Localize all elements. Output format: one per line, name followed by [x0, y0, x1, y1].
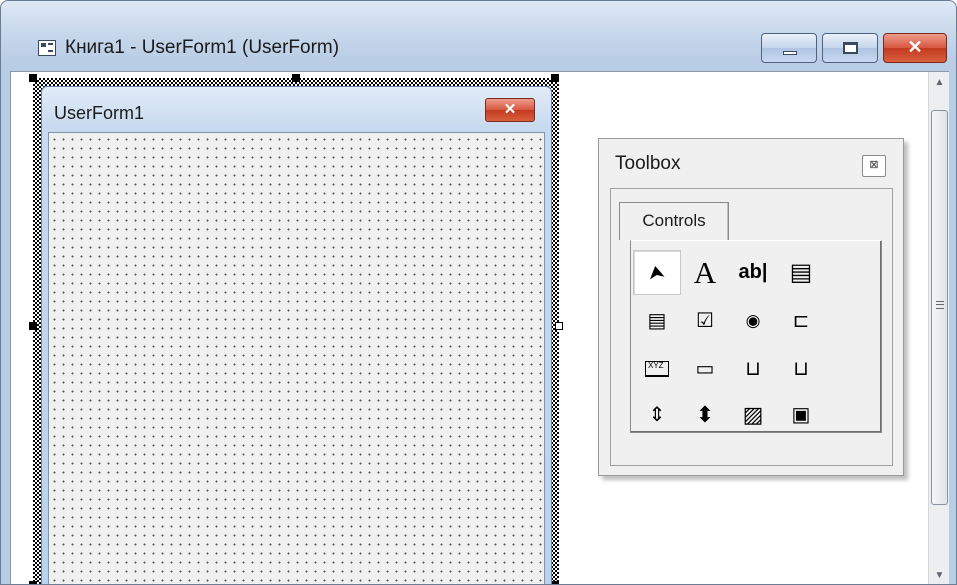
vertical-scrollbar[interactable]: ▲ ▼ — [928, 72, 949, 584]
title-bar[interactable]: Книга1 - UserForm1 (UserForm) ✕ — [1, 1, 956, 63]
maximize-button[interactable] — [822, 33, 878, 63]
close-icon: ✕ — [907, 37, 923, 57]
toolbox-close-button[interactable]: ⊠ — [862, 155, 886, 177]
userform-app-icon[interactable] — [38, 40, 56, 56]
userform-grid-area[interactable] — [48, 132, 545, 584]
tabstrip-tool[interactable]: ⊔ — [729, 346, 777, 391]
scrollbar-tool[interactable]: ⇕ — [633, 392, 681, 437]
resize-handle-top[interactable] — [292, 74, 300, 82]
resize-handle-top-right[interactable] — [551, 74, 559, 82]
listbox-icon: ▤ — [647, 310, 667, 332]
textbox-tool[interactable]: ab| — [729, 250, 777, 295]
scroll-down-icon[interactable]: ▼ — [929, 565, 949, 584]
frame-tool[interactable]: XYZ — [633, 346, 681, 391]
toolbox-title: Toolbox — [615, 153, 681, 174]
select-objects-icon: ➤ — [642, 262, 671, 283]
scroll-thumb[interactable] — [931, 110, 948, 505]
multipage-icon: ⊔ — [793, 358, 809, 380]
close-button[interactable]: ✕ — [883, 33, 947, 63]
resize-handle-left[interactable] — [29, 322, 37, 330]
userform-close-button[interactable]: ✕ — [485, 98, 535, 122]
listbox-tool[interactable]: ▤ — [633, 298, 681, 343]
combobox-icon: ▤ — [789, 259, 813, 286]
image-tool[interactable]: ▨ — [729, 392, 777, 437]
combobox-tool[interactable]: ▤ — [777, 250, 825, 295]
minimize-button[interactable] — [761, 33, 817, 63]
scrollbar-icon: ⇕ — [648, 404, 666, 426]
image-icon: ▨ — [742, 401, 764, 427]
commandbutton-icon: ▭ — [695, 358, 715, 380]
minimize-icon — [783, 51, 797, 55]
resize-handle-bottom-right[interactable] — [551, 581, 559, 584]
resize-handle-right[interactable] — [555, 322, 563, 330]
userform-design[interactable]: UserForm1 ✕ — [41, 86, 552, 584]
togglebutton-icon: ⊏ — [792, 310, 810, 332]
grip-icon — [936, 301, 944, 309]
label-tool[interactable]: A — [681, 250, 729, 295]
commandbutton-tool[interactable]: ▭ — [681, 346, 729, 391]
resize-handle-top-left[interactable] — [29, 74, 37, 82]
spinbutton-icon: ⬍ — [695, 401, 715, 427]
tabstrip-icon: ⊔ — [745, 358, 761, 380]
multipage-tool[interactable]: ⊔ — [777, 346, 825, 391]
scroll-up-icon[interactable]: ▲ — [929, 72, 949, 94]
frame-icon: XYZ — [645, 360, 669, 377]
select-objects-tool[interactable]: ➤ — [633, 250, 681, 295]
spinbutton-tool[interactable]: ⬍ — [681, 392, 729, 437]
userform-title: UserForm1 — [54, 103, 145, 123]
checkbox-icon: ☑ — [696, 310, 714, 332]
toolbox-window[interactable]: Toolbox ⊠ Controls ➤ A ab| ▤ ▤ ☑ ◉ ⊏ XYZ… — [598, 138, 904, 476]
window-title: Книга1 - UserForm1 (UserForm) — [65, 37, 340, 58]
maximize-icon — [843, 42, 858, 54]
refedit-icon: ▣ — [791, 404, 811, 426]
optionbutton-icon: ◉ — [745, 310, 761, 330]
label-icon: A — [693, 254, 717, 290]
tab-controls[interactable]: Controls — [619, 202, 729, 240]
togglebutton-tool[interactable]: ⊏ — [777, 298, 825, 343]
textbox-icon: ab| — [738, 261, 768, 283]
optionbutton-tool[interactable]: ◉ — [729, 298, 777, 343]
refedit-tool[interactable]: ▣ — [777, 392, 825, 437]
resize-handle-bottom-left[interactable] — [29, 581, 37, 584]
checkbox-tool[interactable]: ☑ — [681, 298, 729, 343]
